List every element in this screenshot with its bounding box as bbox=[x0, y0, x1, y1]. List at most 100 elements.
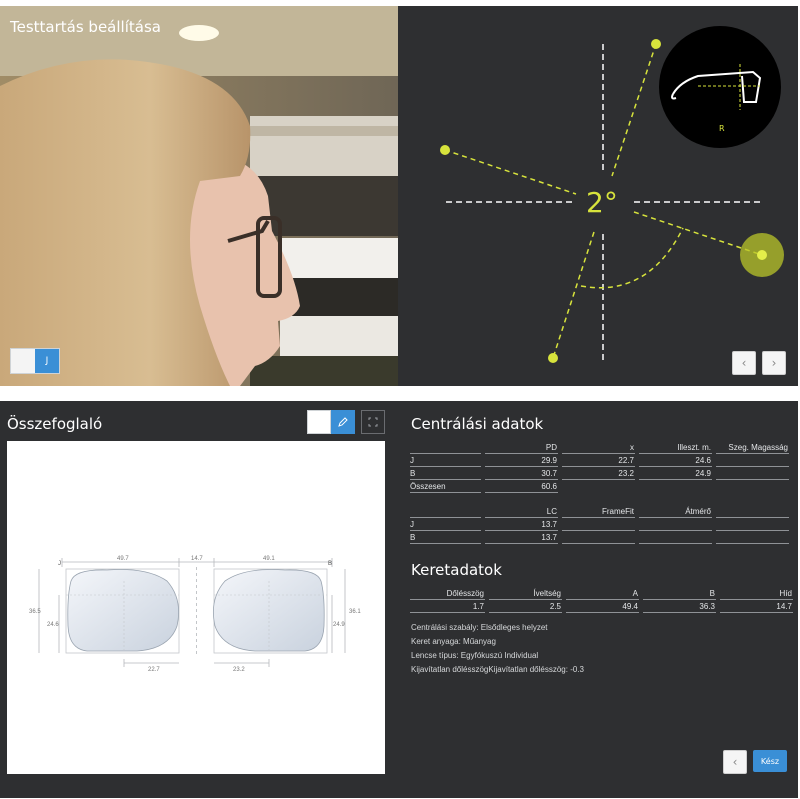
info-lens-type: Lencse típus: Egyfókuszú Individual bbox=[411, 651, 539, 660]
pencil-icon bbox=[338, 417, 348, 427]
table-cell bbox=[639, 480, 712, 493]
fullscreen-button[interactable] bbox=[361, 410, 385, 434]
table-cell: J bbox=[410, 454, 481, 467]
table-cell: 60.6 bbox=[485, 480, 558, 493]
table-row: Összesen 60.6 bbox=[410, 480, 789, 493]
table-cell bbox=[562, 531, 635, 544]
table-cell: 13.7 bbox=[485, 518, 558, 531]
pantoscopic-line-bottom bbox=[552, 231, 595, 359]
prev-button[interactable]: ‹ bbox=[732, 351, 756, 375]
table-cell bbox=[639, 518, 712, 531]
handle-left[interactable] bbox=[440, 145, 450, 155]
table-cell: 29.9 bbox=[485, 454, 558, 467]
dim-left-width: 49.7 bbox=[117, 556, 129, 562]
table-header-cell: Íveltség bbox=[489, 587, 562, 600]
frame-measurement-drawing: J B 49.7 14.7 49.1 36.5 24.6 36.1 24.9 2… bbox=[29, 556, 361, 673]
handle-right[interactable] bbox=[757, 250, 767, 260]
table-row: J 13.7 bbox=[410, 518, 789, 531]
handle-bottom[interactable] bbox=[548, 353, 558, 363]
table-row: J 29.9 22.7 24.6 bbox=[410, 454, 789, 467]
table-cell: 23.2 bbox=[562, 467, 635, 480]
view-toggle[interactable]: J bbox=[10, 348, 60, 374]
expand-icon bbox=[368, 417, 378, 427]
table-header-cell: Híd bbox=[720, 587, 793, 600]
label-right-side: B bbox=[328, 561, 332, 567]
toggle-right-option[interactable]: J bbox=[35, 349, 59, 373]
table-header-row: LC FrameFit Átmérő bbox=[410, 505, 789, 518]
table-cell: B bbox=[410, 467, 481, 480]
edit-button[interactable] bbox=[331, 410, 355, 434]
info-uncorrected-tilt: Kijavítatlan dőlésszögKijavítatlan dőlés… bbox=[411, 665, 584, 674]
table-cell: 24.9 bbox=[639, 467, 712, 480]
table-header-cell: Átmérő bbox=[639, 505, 712, 518]
label-left-side: J bbox=[58, 561, 61, 567]
table-cell: 2.5 bbox=[489, 600, 562, 613]
dim-right-height-outer: 36.1 bbox=[349, 609, 361, 615]
dim-right-pd: 23.2 bbox=[233, 667, 245, 673]
dim-left-pd: 22.7 bbox=[148, 667, 160, 673]
dim-left-height-outer: 36.5 bbox=[29, 609, 41, 615]
table-header-cell bbox=[410, 505, 481, 518]
table-header-cell: Dőlésszög bbox=[410, 587, 485, 600]
table-header-cell: B bbox=[643, 587, 716, 600]
table-header-cell bbox=[716, 505, 789, 518]
tilt-angle-panel: 2° R ‹ › bbox=[398, 6, 798, 386]
table-cell bbox=[716, 531, 789, 544]
left-lens bbox=[67, 569, 180, 652]
table-row: B 30.7 23.2 24.9 bbox=[410, 467, 789, 480]
table-cell bbox=[562, 518, 635, 531]
table-header-row: PD x Illeszt. m. Szeg. Magasság bbox=[410, 441, 789, 454]
tilt-line-left bbox=[444, 149, 577, 195]
handle-top[interactable] bbox=[651, 39, 661, 49]
table-row: 1.7 2.5 49.4 36.3 14.7 bbox=[410, 600, 793, 613]
centration-table: PD x Illeszt. m. Szeg. Magasság J 29.9 2… bbox=[406, 441, 793, 493]
summary-toolbar bbox=[307, 410, 385, 434]
table-header-cell: Szeg. Magasság bbox=[716, 441, 789, 454]
dim-right-width: 49.1 bbox=[263, 556, 275, 562]
centration-title: Centrálási adatok bbox=[411, 415, 544, 433]
table-cell: 30.7 bbox=[485, 467, 558, 480]
table-cell: 36.3 bbox=[643, 600, 716, 613]
table-cell bbox=[716, 480, 789, 493]
dim-right-height-inner: 24.9 bbox=[333, 622, 345, 628]
dim-bridge: 14.7 bbox=[191, 556, 203, 562]
table-cell: B bbox=[410, 531, 481, 544]
back-button[interactable]: ‹ bbox=[723, 750, 747, 774]
pantoscopic-line-top bbox=[611, 43, 657, 177]
next-button[interactable]: › bbox=[762, 351, 786, 375]
table-cell: Összesen bbox=[410, 480, 481, 493]
angle-value: 2° bbox=[586, 186, 618, 219]
table-cell: 14.7 bbox=[720, 600, 793, 613]
info-centration-rule: Centrálási szabály: Elsődleges helyzet bbox=[411, 623, 548, 632]
table-cell: 49.4 bbox=[566, 600, 639, 613]
table-cell: J bbox=[410, 518, 481, 531]
info-frame-material: Keret anyaga: Műanyag bbox=[411, 637, 496, 646]
table-header-cell: FrameFit bbox=[562, 505, 635, 518]
table-header-cell: LC bbox=[485, 505, 558, 518]
table-cell: 22.7 bbox=[562, 454, 635, 467]
side-label: R bbox=[719, 124, 725, 133]
summary-section: Összefoglaló J B 49.7 14.7 49.1 36.5 24.… bbox=[0, 401, 798, 798]
table-header-cell: PD bbox=[485, 441, 558, 454]
camera-view: Testtartás beállítása J bbox=[0, 6, 398, 386]
frame-data-table: Dőlésszög Íveltség A B Híd 1.7 2.5 49.4 … bbox=[406, 587, 797, 613]
table-cell bbox=[716, 518, 789, 531]
dim-left-height-inner: 24.6 bbox=[47, 622, 59, 628]
profile-photo bbox=[0, 6, 398, 386]
angle-arc bbox=[580, 227, 684, 289]
table-header-cell: x bbox=[562, 441, 635, 454]
table-cell bbox=[639, 531, 712, 544]
toggle-left-option[interactable] bbox=[11, 349, 35, 373]
page-title: Testtartás beállítása bbox=[10, 18, 161, 36]
table-header-cell: Illeszt. m. bbox=[639, 441, 712, 454]
frame-data-title: Keretadatok bbox=[411, 561, 502, 579]
table-header-cell bbox=[410, 441, 481, 454]
frame-drawing-canvas: J B 49.7 14.7 49.1 36.5 24.6 36.1 24.9 2… bbox=[7, 441, 385, 774]
view-option-button[interactable] bbox=[307, 410, 331, 434]
table-cell: 13.7 bbox=[485, 531, 558, 544]
table-cell: 1.7 bbox=[410, 600, 485, 613]
done-button[interactable]: Kész bbox=[753, 750, 787, 772]
lens-table: LC FrameFit Átmérő J 13.7 B 13.7 bbox=[406, 505, 793, 544]
summary-title: Összefoglaló bbox=[7, 415, 103, 433]
table-header-cell: A bbox=[566, 587, 639, 600]
